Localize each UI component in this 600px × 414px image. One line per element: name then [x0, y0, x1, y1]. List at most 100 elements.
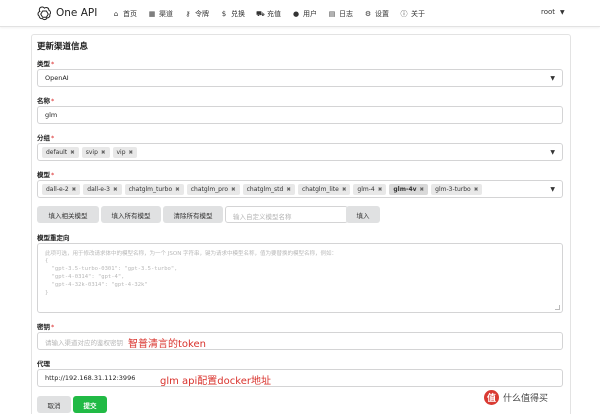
nav-item-about[interactable]: ⓘ 关于: [395, 0, 431, 27]
group-chip[interactable]: svip ✖: [81, 147, 110, 158]
cancel-button[interactable]: 取消: [37, 396, 71, 413]
mapping-placeholder-line: }: [45, 290, 49, 296]
close-icon[interactable]: ✖: [113, 187, 118, 193]
key-label: 密钥*: [37, 323, 55, 331]
models-label: 模型*: [37, 171, 55, 179]
close-icon[interactable]: ✖: [286, 187, 291, 193]
brand-name[interactable]: One API: [56, 7, 97, 19]
nav-item-label: 用户: [303, 9, 317, 18]
nav-item-label: 关于: [411, 9, 425, 18]
model-chip[interactable]: dall-e-2 ✖: [42, 184, 81, 195]
nav-item-label: 设置: [375, 9, 389, 18]
nav-item-home[interactable]: ⌂ 首页: [107, 0, 143, 27]
model-chip[interactable]: dall-e-3 ✖: [83, 184, 122, 195]
mapping-placeholder-line: "gpt-4-0314": "gpt-4",: [45, 274, 125, 280]
mapping-placeholder-line: "gpt-3.5-turbo-0301": "gpt-3.5-turbo",: [45, 266, 178, 272]
model-chip-selected[interactable]: glm-4v ✖: [389, 184, 429, 195]
user-menu[interactable]: root ▼: [541, 8, 565, 16]
group-label: 分组*: [37, 134, 55, 142]
chevron-down-icon: ▼: [550, 149, 555, 156]
model-chip[interactable]: chatglm_std ✖: [242, 184, 295, 195]
name-value: glm: [45, 111, 58, 119]
mapping-placeholder-line: 此项可选，用于修改请求体中的模型名称，为一个 JSON 字符串，键为请求中模型名…: [45, 251, 338, 257]
nav-item-settings[interactable]: ⚙ 设置: [359, 0, 395, 27]
key-icon: ⚷: [185, 9, 191, 18]
nav-item-label: 渠道: [159, 9, 173, 18]
home-icon: ⌂: [113, 9, 119, 18]
model-mapping-textarea[interactable]: 此项可选，用于修改请求体中的模型名称，为一个 JSON 字符串，键为请求中模型名…: [37, 243, 563, 313]
key-annotation: 智普清言的token: [128, 339, 206, 350]
model-chips: dall-e-2 ✖ dall-e-3 ✖ chatglm_turbo ✖ chatg…: [42, 184, 485, 195]
close-icon[interactable]: ✖: [474, 187, 479, 193]
fill-custom-model-button[interactable]: 填入: [346, 206, 380, 223]
chevron-down-icon: ▼: [550, 186, 555, 193]
key-placeholder: 请输入渠道对应的鉴权密钥: [45, 339, 123, 347]
openai-logo-icon[interactable]: [37, 6, 52, 21]
key-input[interactable]: 请输入渠道对应的鉴权密钥: [37, 332, 563, 350]
chevron-down-icon: ▼: [560, 8, 565, 16]
name-input[interactable]: glm: [37, 106, 563, 124]
cart-icon: ⛟: [256, 9, 265, 18]
info-icon: ⓘ: [400, 9, 408, 18]
chevron-down-icon: ▼: [550, 75, 555, 82]
nav-item-topup[interactable]: ⛟ 充值: [251, 0, 287, 27]
model-chip[interactable]: chatglm_lite ✖: [297, 184, 351, 195]
type-value: OpenAI: [45, 74, 69, 82]
nav-item-label: 兑换: [231, 9, 245, 18]
group-chip[interactable]: default ✖: [42, 147, 79, 158]
nav-item-label: 首页: [123, 9, 137, 18]
close-icon[interactable]: ✖: [70, 150, 75, 156]
close-icon[interactable]: ✖: [101, 150, 106, 156]
nav-item-channels[interactable]: ▦ 渠道: [143, 0, 179, 27]
clear-all-models-button[interactable]: 清除所有模型: [163, 206, 223, 223]
custom-model-input[interactable]: 输入自定义模型名称: [225, 206, 348, 223]
nav-item-label: 充值: [267, 9, 281, 18]
name-label: 名称*: [37, 97, 55, 105]
close-icon[interactable]: ✖: [72, 187, 77, 193]
nav-item-label: 令牌: [195, 9, 209, 18]
close-icon[interactable]: ✖: [378, 187, 383, 193]
watermark: 值 什么值得买: [484, 390, 548, 405]
user-icon: ●: [292, 9, 300, 18]
mapping-placeholder-line: {: [45, 258, 49, 264]
fill-related-models-button[interactable]: 填入相关模型: [37, 206, 99, 223]
close-icon[interactable]: ✖: [129, 150, 134, 156]
model-chip[interactable]: glm-3-turbo ✖: [431, 184, 483, 195]
close-icon[interactable]: ✖: [175, 187, 180, 193]
type-label: 类型*: [37, 60, 55, 68]
close-icon[interactable]: ✖: [420, 187, 425, 193]
watermark-logo-icon: 值: [484, 390, 499, 405]
close-icon[interactable]: ✖: [231, 187, 236, 193]
custom-model-placeholder: 输入自定义模型名称: [233, 213, 292, 221]
edit-channel-card: [31, 34, 571, 414]
submit-button[interactable]: 提交: [73, 396, 107, 413]
group-select[interactable]: default ✖ svip ✖ vip ✖ ▼: [37, 143, 563, 161]
watermark-text: 什么值得买: [503, 394, 549, 404]
model-chip[interactable]: chatglm_pro ✖: [186, 184, 240, 195]
username: root: [541, 8, 556, 16]
nav-item-label: 日志: [339, 9, 353, 18]
nav-item-tokens[interactable]: ⚷ 令牌: [179, 0, 215, 27]
group-chips: default ✖ svip ✖ vip ✖: [42, 147, 140, 158]
type-select[interactable]: OpenAI ▼: [37, 69, 563, 87]
gear-icon: ⚙: [364, 9, 372, 18]
group-chip[interactable]: vip ✖: [112, 147, 138, 158]
grid-icon: ▦: [148, 9, 156, 18]
proxy-annotation: glm api配置docker地址: [160, 376, 271, 387]
proxy-input[interactable]: http://192.168.31.112:3996: [37, 369, 563, 387]
models-select[interactable]: dall-e-2 ✖ dall-e-3 ✖ chatglm_turbo ✖ chatg…: [37, 180, 563, 198]
main-menu: ⌂ 首页 ▦ 渠道 ⚷ 令牌 $ 兑换 ⛟ 充值 ● 用户 ▤ 日志 ⚙ 设置: [107, 0, 431, 27]
model-chip[interactable]: chatglm_turbo ✖: [124, 184, 184, 195]
nav-item-redeem[interactable]: $ 兑换: [215, 0, 251, 27]
top-nav: One API ⌂ 首页 ▦ 渠道 ⚷ 令牌 $ 兑换 ⛟ 充值 ● 用户 ▤ …: [0, 0, 600, 27]
proxy-label: 代理: [37, 360, 50, 368]
nav-item-logs[interactable]: ▤ 日志: [323, 0, 359, 27]
close-icon[interactable]: ✖: [342, 187, 347, 193]
page-title: 更新渠道信息: [37, 42, 89, 52]
fill-all-models-button[interactable]: 填入所有模型: [101, 206, 161, 223]
resize-handle[interactable]: [555, 305, 560, 310]
nav-item-users[interactable]: ● 用户: [287, 0, 323, 27]
model-chip[interactable]: glm-4 ✖: [353, 184, 387, 195]
model-mapping-label: 模型重定向: [37, 234, 70, 242]
calendar-icon: ▤: [328, 9, 336, 18]
